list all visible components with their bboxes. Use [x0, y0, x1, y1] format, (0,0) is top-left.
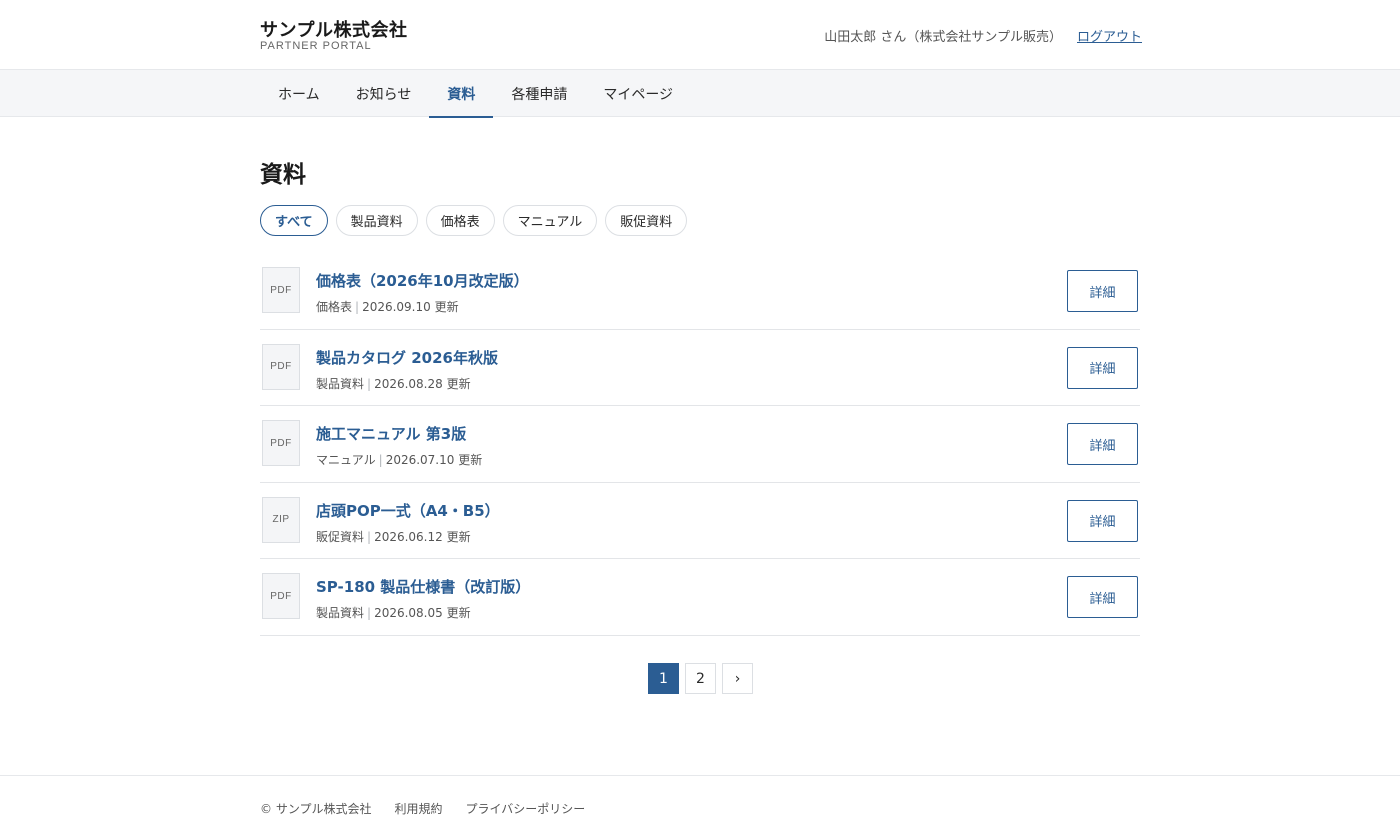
detail-button[interactable]: 詳細 — [1067, 270, 1138, 312]
user-info: 山田太郎 さん（株式会社サンプル販売） — [824, 30, 1062, 45]
filter-chip-promo[interactable]: 販促資料 — [605, 205, 688, 236]
footer-link-privacy[interactable]: プライバシーポリシー — [465, 800, 585, 817]
filter-chip-manual[interactable]: マニュアル — [502, 205, 598, 236]
document-row: PDF 施工マニュアル 第3版 マニュアル | 2026.07.10 更新 詳細 — [260, 406, 1140, 483]
site-header: サンプル株式会社 PARTNER PORTAL 山田太郎 さん（株式会社サンプル… — [0, 0, 1400, 70]
pdf-file-icon: PDF — [262, 267, 300, 313]
detail-button[interactable]: 詳細 — [1067, 576, 1138, 619]
logout-link[interactable]: ログアウト — [1077, 26, 1142, 45]
document-date: 2026.08.28 更新 — [374, 376, 471, 391]
document-title[interactable]: 店頭POP一式（A4・B5） — [316, 500, 500, 521]
page-title: 資料 — [260, 162, 306, 188]
nav-item-documents[interactable]: 資料 — [429, 70, 494, 118]
filter-chip-price-list[interactable]: 価格表 — [425, 205, 495, 236]
document-list: PDF 価格表（2026年10月改定版） 価格表 | 2026.09.10 更新 詳… — [260, 253, 1140, 636]
document-category: 製品資料 — [316, 376, 365, 391]
meta-separator: | — [367, 376, 372, 391]
pdf-file-icon: PDF — [262, 420, 300, 467]
site-footer: © サンプル株式会社 利用規約 プライバシーポリシー — [0, 775, 1400, 836]
category-filters: すべて 製品資料 価格表 マニュアル 販促資料 — [260, 205, 688, 236]
document-date: 2026.09.10 更新 — [362, 300, 459, 314]
document-row: ZIP 店頭POP一式（A4・B5） 販促資料 | 2026.06.12 更新 詳細 — [260, 483, 1140, 560]
filter-chip-all[interactable]: すべて — [260, 205, 328, 236]
document-category: 価格表 — [316, 300, 353, 314]
footer-link-terms[interactable]: 利用規約 — [394, 800, 442, 817]
meta-separator: | — [367, 606, 372, 621]
pdf-file-icon: PDF — [262, 343, 300, 390]
detail-button[interactable]: 詳細 — [1067, 423, 1138, 466]
document-category: マニュアル — [316, 453, 376, 468]
document-date: 2026.08.05 更新 — [374, 606, 471, 621]
nav-item-home[interactable]: ホーム — [260, 70, 338, 117]
zip-file-icon: ZIP — [262, 496, 300, 543]
detail-button[interactable]: 詳細 — [1067, 346, 1138, 389]
nav-item-applications[interactable]: 各種申請 — [493, 70, 585, 117]
main-nav: ホーム お知らせ 資料 各種申請 マイページ — [0, 70, 1400, 118]
pdf-file-icon: PDF — [262, 573, 300, 620]
nav-items: ホーム お知らせ 資料 各種申請 マイページ — [260, 70, 691, 118]
document-date: 2026.06.12 更新 — [374, 529, 471, 544]
detail-button[interactable]: 詳細 — [1067, 499, 1138, 542]
next-page-button[interactable]: › — [722, 663, 753, 694]
document-category: 製品資料 — [316, 606, 365, 621]
document-category: 販促資料 — [316, 529, 365, 544]
nav-item-news[interactable]: お知らせ — [338, 70, 430, 117]
document-meta: マニュアル | 2026.07.10 更新 — [316, 451, 482, 468]
meta-separator: | — [355, 300, 360, 314]
document-meta: 製品資料 | 2026.08.05 更新 — [316, 604, 471, 621]
meta-separator: | — [378, 453, 383, 468]
document-meta: 製品資料 | 2026.08.28 更新 — [316, 375, 471, 392]
document-meta: 販促資料 | 2026.06.12 更新 — [316, 528, 471, 545]
meta-separator: | — [367, 529, 372, 544]
nav-item-mypage[interactable]: マイページ — [585, 70, 691, 117]
document-meta: 価格表 | 2026.09.10 更新 — [316, 298, 459, 315]
document-row: PDF 価格表（2026年10月改定版） 価格表 | 2026.09.10 更新 詳… — [260, 253, 1140, 330]
document-row: PDF 製品カタログ 2026年秋版 製品資料 | 2026.08.28 更新 詳細 — [260, 330, 1140, 407]
copyright: © サンプル株式会社 — [260, 802, 372, 816]
pagination: 1 2 › — [648, 663, 753, 694]
page-button-1[interactable]: 1 — [648, 663, 679, 694]
document-title[interactable]: 製品カタログ 2026年秋版 — [316, 347, 498, 368]
footer-content: © サンプル株式会社 利用規約 プライバシーポリシー — [260, 800, 585, 817]
document-title[interactable]: 価格表（2026年10月改定版） — [316, 270, 529, 291]
document-row: PDF SP-180 製品仕様書（改訂版） 製品資料 | 2026.08.05 更新… — [260, 559, 1140, 636]
brand-subtitle: PARTNER PORTAL — [260, 40, 372, 52]
filter-chip-product-docs[interactable]: 製品資料 — [335, 205, 418, 236]
document-date: 2026.07.10 更新 — [385, 453, 483, 468]
page-button-2[interactable]: 2 — [685, 663, 716, 694]
document-title[interactable]: 施工マニュアル 第3版 — [316, 423, 466, 444]
brand-name[interactable]: サンプル株式会社 — [260, 16, 407, 42]
document-title[interactable]: SP-180 製品仕様書（改訂版） — [316, 576, 530, 597]
